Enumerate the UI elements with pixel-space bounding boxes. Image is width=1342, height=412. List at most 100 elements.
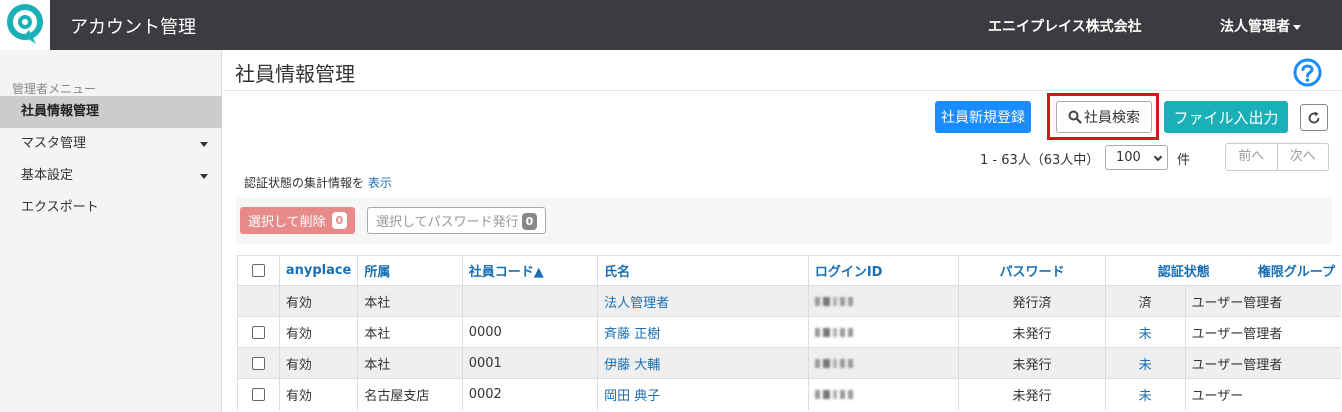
caret-down-icon bbox=[200, 142, 208, 147]
prev-page-button[interactable]: 前へ bbox=[1226, 144, 1277, 170]
row-checkbox[interactable] bbox=[251, 356, 265, 370]
cell-auth[interactable]: 未 bbox=[1104, 378, 1186, 410]
cell-login-id-redacted bbox=[807, 378, 959, 410]
cell-name[interactable]: 岡田 典子 bbox=[597, 378, 809, 410]
chevron-down-icon bbox=[1153, 152, 1163, 162]
password-count-badge: 0 bbox=[522, 213, 537, 230]
sidebar-item-label: エクスポート bbox=[21, 200, 99, 215]
logo-icon bbox=[7, 4, 43, 44]
cell-password: 未発行 bbox=[958, 378, 1106, 410]
cell-password: 未発行 bbox=[958, 347, 1106, 379]
sidebar-item-label: 社員情報管理 bbox=[21, 104, 100, 119]
cell-code bbox=[461, 285, 598, 317]
cell-password: 未発行 bbox=[958, 316, 1106, 348]
new-employee-label: 社員新規登録 bbox=[941, 110, 1025, 126]
table-header-row: anyplace 所属 社員コード▲ 氏名 ログインID パスワード 認証状態 権… bbox=[237, 255, 1341, 286]
pagination: 前へ 次へ bbox=[1225, 143, 1329, 171]
per-page-value: 100 bbox=[1116, 150, 1141, 165]
per-page-select[interactable]: 100 bbox=[1105, 145, 1168, 170]
row-checkbox-cell[interactable] bbox=[237, 347, 280, 379]
column-header-code[interactable]: 社員コード▲ bbox=[461, 255, 598, 286]
cell-password: 発行済 bbox=[958, 285, 1106, 317]
cell-group: ユーザー bbox=[1184, 378, 1341, 410]
row-checkbox[interactable] bbox=[251, 325, 265, 339]
cell-code: 0000 bbox=[461, 316, 598, 348]
top-bar: アカウント管理 エニイプレイス株式会社 法人管理者 bbox=[0, 0, 1342, 50]
cell-name[interactable]: 斉藤 正樹 bbox=[597, 316, 809, 348]
delete-selected-button[interactable]: 選択して削除 0 bbox=[240, 207, 355, 234]
cell-group: ユーザー管理者 bbox=[1184, 316, 1341, 348]
sidebar: 管理者メニュー 社員情報管理 マスタ管理 基本設定 エクスポート bbox=[0, 50, 222, 412]
cell-dept: 本社 bbox=[357, 285, 463, 317]
search-icon bbox=[1068, 110, 1082, 124]
table-row: 有効 本社 0001 伊藤 大輔 未発行 未 ユーザー管理者 bbox=[237, 347, 1341, 379]
column-header-password[interactable]: パスワード bbox=[958, 255, 1106, 286]
sidebar-heading: 管理者メニュー bbox=[12, 82, 97, 96]
cell-anyplace: 有効 bbox=[278, 378, 358, 410]
cell-auth: 済 bbox=[1104, 285, 1186, 317]
cell-auth[interactable]: 未 bbox=[1104, 347, 1186, 379]
group-label: 権限グループ bbox=[1257, 265, 1335, 280]
user-menu-label: 法人管理者 bbox=[1220, 19, 1290, 35]
sidebar-item-export[interactable]: エクスポート bbox=[0, 192, 222, 224]
per-page-unit: 件 bbox=[1177, 153, 1191, 168]
column-header-name[interactable]: 氏名 bbox=[597, 255, 809, 286]
cell-group: ユーザー管理者 bbox=[1184, 347, 1341, 379]
paging-info: 1 - 63人（63人中） bbox=[980, 153, 1100, 168]
select-all-checkbox[interactable] bbox=[251, 264, 265, 277]
caret-down-icon bbox=[200, 174, 208, 179]
cell-dept: 本社 bbox=[357, 316, 463, 348]
employee-search-label: 社員検索 bbox=[1084, 110, 1140, 126]
table-row: 有効 名古屋支店 0002 岡田 典子 未発行 未 ユーザー bbox=[237, 378, 1341, 410]
cell-name[interactable]: 伊藤 大輔 bbox=[597, 347, 809, 379]
sidebar-item-label: マスタ管理 bbox=[21, 136, 87, 151]
issue-password-button[interactable]: 選択してパスワード発行 0 bbox=[367, 207, 546, 234]
cell-group: ユーザー管理者 bbox=[1184, 285, 1341, 317]
table-row: 有効 本社 法人管理者 発行済 済 ユーザー管理者 bbox=[237, 285, 1341, 317]
cell-auth[interactable]: 未 bbox=[1104, 316, 1186, 348]
cell-anyplace: 有効 bbox=[278, 316, 358, 348]
issue-password-label: 選択してパスワード発行 bbox=[376, 215, 519, 230]
auth-summary: 認証状態の集計情報を 表示 bbox=[244, 174, 392, 191]
cell-login-id-redacted bbox=[807, 347, 959, 379]
employee-table: anyplace 所属 社員コード▲ 氏名 ログインID パスワード 認証状態 権… bbox=[237, 255, 1341, 410]
column-header-login-id[interactable]: ログインID bbox=[807, 255, 959, 286]
user-menu[interactable]: 法人管理者 bbox=[1220, 16, 1301, 36]
row-checkbox-cell bbox=[237, 285, 280, 317]
sidebar-item-employee-info[interactable]: 社員情報管理 bbox=[0, 96, 222, 128]
help-button[interactable] bbox=[1293, 58, 1322, 87]
file-io-button[interactable]: ファイル入出力 bbox=[1164, 101, 1288, 133]
row-checkbox[interactable] bbox=[251, 387, 265, 401]
row-checkbox-cell[interactable] bbox=[237, 316, 280, 348]
file-io-label: ファイル入出力 bbox=[1173, 108, 1279, 127]
cell-code: 0002 bbox=[461, 378, 598, 410]
column-header-auth-status[interactable]: 認証状態 権限グループ bbox=[1104, 255, 1341, 286]
company-name: エニイプレイス株式会社 bbox=[988, 19, 1142, 35]
column-header-dept[interactable]: 所属 bbox=[357, 255, 463, 286]
auth-summary-text: 認証状態の集計情報を bbox=[244, 176, 365, 190]
header-divider bbox=[223, 90, 1342, 91]
refresh-icon bbox=[1308, 111, 1320, 123]
page-title: 社員情報管理 bbox=[235, 62, 355, 86]
cell-name[interactable]: 法人管理者 bbox=[597, 285, 809, 317]
row-checkbox-cell[interactable] bbox=[237, 378, 280, 410]
cell-dept: 名古屋支店 bbox=[357, 378, 463, 410]
question-circle-icon bbox=[1293, 58, 1322, 87]
auth-status-label: 認証状態 bbox=[1157, 265, 1210, 280]
sidebar-item-label: 基本設定 bbox=[21, 168, 74, 183]
table-row: 有効 本社 0000 斉藤 正樹 未発行 未 ユーザー管理者 bbox=[237, 316, 1341, 348]
app-logo[interactable] bbox=[0, 0, 50, 50]
cell-dept: 本社 bbox=[357, 347, 463, 379]
caret-down-icon bbox=[1293, 24, 1301, 30]
auth-summary-show-link[interactable]: 表示 bbox=[368, 176, 392, 190]
sidebar-item-basic-settings[interactable]: 基本設定 bbox=[0, 160, 222, 192]
column-header-anyplace[interactable]: anyplace bbox=[278, 255, 358, 286]
refresh-button[interactable] bbox=[1300, 104, 1328, 131]
cell-login-id-redacted bbox=[807, 285, 959, 317]
cell-code: 0001 bbox=[461, 347, 598, 379]
sidebar-item-master[interactable]: マスタ管理 bbox=[0, 128, 222, 160]
new-employee-button[interactable]: 社員新規登録 bbox=[935, 101, 1031, 133]
next-page-button[interactable]: 次へ bbox=[1276, 144, 1329, 170]
employee-search-button[interactable]: 社員検索 bbox=[1056, 101, 1152, 133]
select-all-checkbox-cell[interactable] bbox=[237, 255, 280, 286]
